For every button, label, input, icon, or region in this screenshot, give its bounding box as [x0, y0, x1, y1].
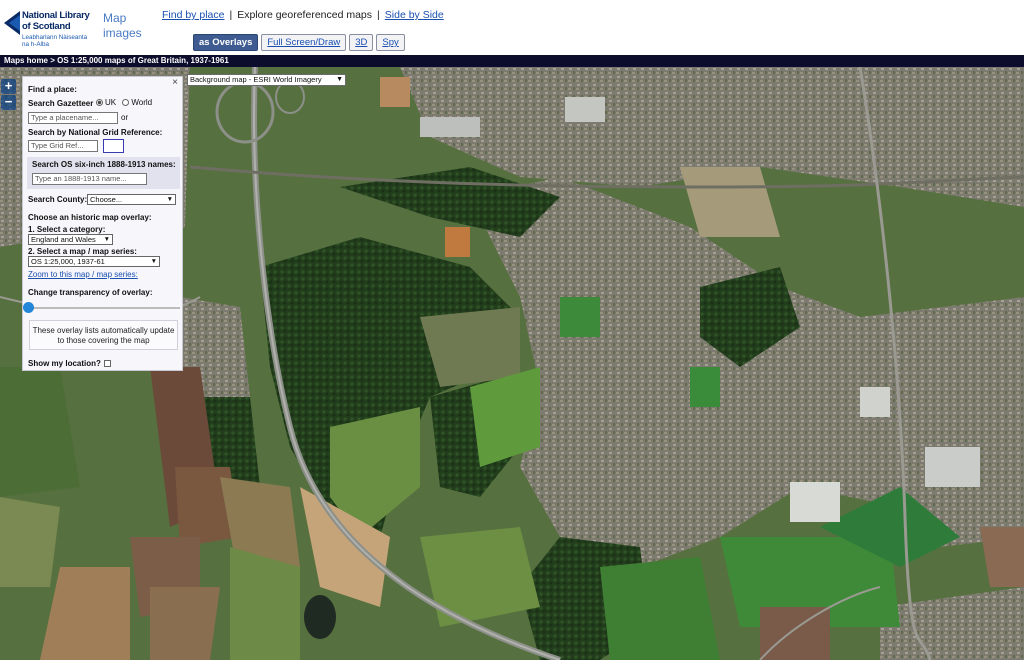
radio-world[interactable]	[122, 99, 130, 106]
six-inch-input[interactable]: Type an 1888-1913 name...	[32, 173, 147, 185]
logo-line-3: Leabharlann Nàiseanta	[22, 34, 88, 41]
series-select-value: OS 1:25,000, 1937-61	[31, 257, 105, 266]
nav-separator: |	[377, 9, 380, 21]
explore-georeferenced-label: Explore georeferenced maps	[237, 9, 373, 21]
nav-separator: |	[229, 9, 233, 21]
county-select[interactable]: Choose... ▼	[87, 194, 176, 205]
nls-logo[interactable]: National Library of Scotland Leabharlann…	[4, 9, 92, 49]
top-nav: Find by place | Explore georeferenced maps…	[162, 9, 444, 21]
category-select[interactable]: England and Wales ▼	[28, 234, 113, 245]
find-place-title: Find a place:	[28, 85, 77, 94]
placename-input[interactable]: Type a placename...	[28, 112, 118, 124]
header: National Library of Scotland Leabharlann…	[0, 0, 1024, 55]
show-location-label: Show my location?	[28, 359, 101, 368]
zoom-in-button[interactable]: +	[1, 79, 16, 94]
view-mode-buttons: as Overlays Full Screen/Draw 3D Spy	[193, 34, 405, 51]
transparency-slider-track[interactable]	[25, 307, 180, 309]
full-screen-draw-button[interactable]: Full Screen/Draw	[261, 34, 347, 51]
spy-button[interactable]: Spy	[376, 34, 405, 51]
grid-ref-label: Search by National Grid Reference:	[28, 128, 163, 137]
category-select-value: England and Wales	[31, 235, 96, 244]
radio-uk[interactable]	[96, 99, 103, 106]
zoom-to-map-link[interactable]: Zoom to this map / map series:	[28, 270, 138, 279]
chevron-down-icon: ▼	[103, 236, 110, 243]
gazetteer-radio-group: UK World	[96, 98, 152, 107]
chevron-down-icon: ▼	[150, 258, 157, 265]
overlay-title: Choose an historic map overlay:	[28, 213, 152, 222]
page: National Library of Scotland Leabharlann…	[0, 0, 1024, 660]
six-inch-search-box: Search OS six-inch 1888-1913 names: Type…	[27, 157, 180, 189]
as-overlays-button[interactable]: as Overlays	[193, 34, 259, 51]
transparency-slider-handle[interactable]	[23, 302, 34, 313]
find-by-place-link[interactable]: Find by place	[162, 9, 224, 21]
grid-ref-input[interactable]: Type Grid Ref...	[28, 140, 98, 152]
radio-uk-label: UK	[105, 98, 117, 107]
grid-ref-submit-button[interactable]	[103, 139, 124, 153]
overlay-note: These overlay lists automatically update…	[29, 320, 178, 350]
background-map-select[interactable]: Background map - ESRI World Imagery ▼	[187, 74, 346, 86]
six-inch-label: Search OS six-inch 1888-1913 names:	[32, 160, 176, 169]
zoom-out-button[interactable]: −	[1, 95, 16, 110]
series-label: 2. Select a map / map series:	[28, 247, 137, 256]
background-map-select-value: Background map - ESRI World Imagery	[190, 75, 322, 84]
category-label: 1. Select a category:	[28, 225, 106, 234]
chevron-down-icon: ▼	[166, 196, 173, 203]
transparency-label: Change transparency of overlay:	[28, 288, 153, 297]
county-label: Search County:	[28, 195, 88, 204]
find-place-panel: × Find a place: Search Gazetteer UK Worl…	[22, 76, 183, 371]
series-select[interactable]: OS 1:25,000, 1937-61 ▼	[28, 256, 160, 267]
show-location-row: Show my location?	[28, 359, 111, 368]
logo-line-1: National Library	[22, 10, 90, 21]
breadcrumb[interactable]: Maps home > OS 1:25,000 maps of Great Br…	[0, 55, 1024, 67]
close-panel-icon[interactable]: ×	[172, 77, 178, 88]
logo-line-4: na h-Alba	[22, 41, 49, 48]
logo-line-2: of Scotland	[22, 21, 71, 32]
app-title[interactable]: Map images	[103, 11, 153, 41]
show-location-checkbox[interactable]	[103, 360, 111, 367]
county-select-value: Choose...	[90, 195, 123, 204]
chevron-down-icon: ▼	[336, 76, 343, 83]
gazetteer-label: Search Gazetteer	[28, 99, 94, 108]
radio-world-label: World	[131, 98, 153, 107]
side-by-side-link[interactable]: Side by Side	[385, 9, 444, 21]
or-label: or	[121, 113, 129, 122]
3d-button[interactable]: 3D	[349, 34, 374, 51]
nls-logo-icon	[4, 11, 20, 35]
